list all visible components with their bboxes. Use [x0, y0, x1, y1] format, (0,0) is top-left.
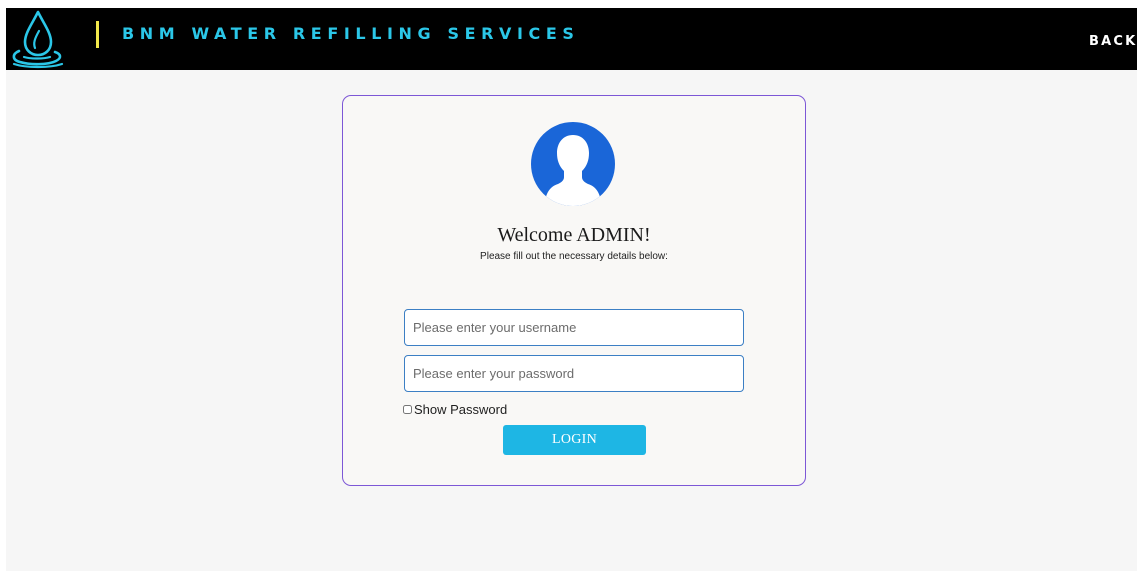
welcome-title: Welcome ADMIN! — [497, 224, 651, 246]
show-password-toggle[interactable]: Show Password — [403, 402, 507, 417]
header-divider — [96, 21, 99, 48]
brand-title: BNM WATER REFILLING SERVICES — [122, 24, 580, 43]
form-subtitle: Please fill out the necessary details be… — [480, 251, 668, 262]
login-card: Welcome ADMIN! Please fill out the neces… — [342, 95, 806, 486]
top-navbar: BNM WATER REFILLING SERVICES BACK — [6, 8, 1137, 70]
username-input[interactable] — [404, 309, 744, 346]
login-button[interactable]: LOGIN — [503, 425, 646, 455]
user-avatar-icon — [531, 122, 615, 206]
back-link[interactable]: BACK — [1089, 34, 1137, 49]
show-password-label: Show Password — [414, 402, 508, 417]
show-password-checkbox[interactable] — [403, 405, 412, 414]
water-drop-icon — [12, 10, 64, 69]
password-input[interactable] — [404, 355, 744, 392]
page: BNM WATER REFILLING SERVICES BACK Welcom… — [6, 8, 1137, 571]
